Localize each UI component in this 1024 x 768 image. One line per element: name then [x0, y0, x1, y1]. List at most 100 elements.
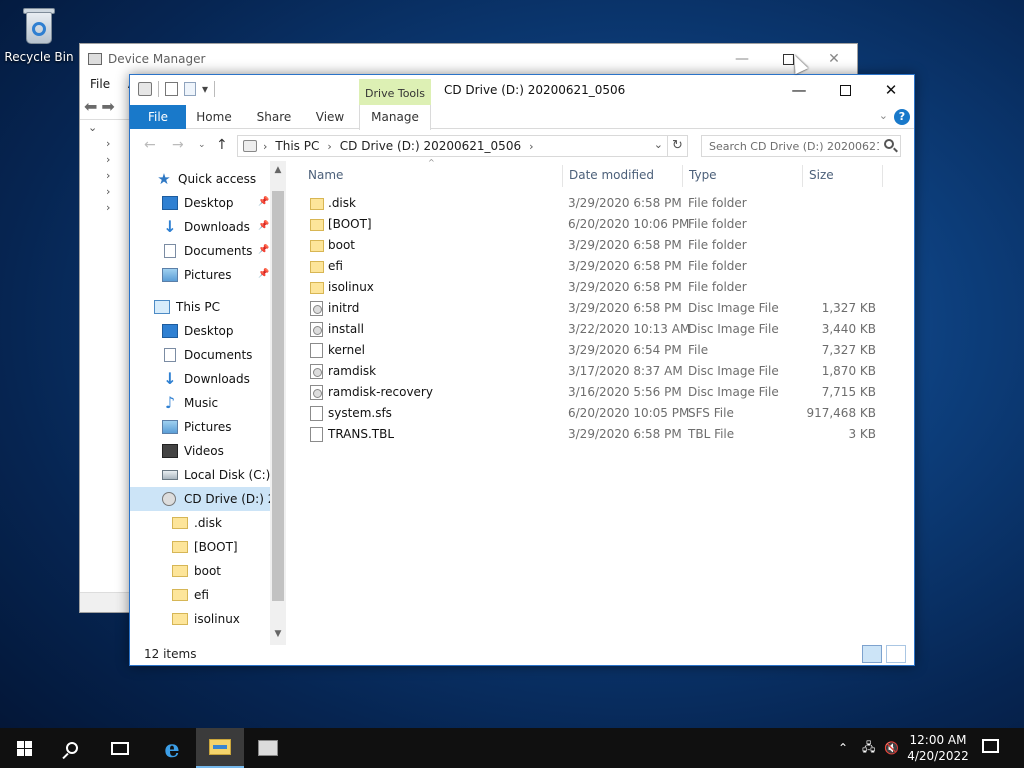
- nav-folder-efi[interactable]: efi: [172, 583, 286, 607]
- dm-back-icon[interactable]: ⬅: [84, 97, 97, 116]
- forward-arrow-icon[interactable]: →: [172, 137, 184, 153]
- properties-icon[interactable]: [165, 82, 178, 96]
- scroll-down-arrow-icon[interactable]: ▼: [270, 629, 286, 639]
- ribbon-expand-chevron-icon[interactable]: ⌄: [879, 109, 888, 122]
- taskbar-file-explorer[interactable]: [196, 728, 244, 768]
- up-arrow-icon[interactable]: ↑: [216, 137, 228, 153]
- explorer-titlebar[interactable]: ▾ Drive Tools CD Drive (D:) 20200621_050…: [130, 75, 914, 127]
- details-view-button[interactable]: [862, 645, 882, 663]
- nav-scroll-thumb[interactable]: [272, 191, 284, 601]
- scroll-up-arrow-icon[interactable]: ▲: [270, 165, 286, 175]
- file-type: Disc Image File: [688, 301, 779, 315]
- network-icon[interactable]: 🖧: [862, 728, 875, 768]
- file-row[interactable]: isolinux 3/29/2020 6:58 PM File folder: [302, 277, 876, 298]
- refresh-icon[interactable]: ↻: [667, 136, 687, 156]
- file-row[interactable]: .disk 3/29/2020 6:58 PM File folder: [302, 193, 876, 214]
- nav-local-disk[interactable]: Local Disk (C:): [162, 463, 286, 487]
- clock-time: 12:00 AM: [909, 733, 967, 747]
- file-type: Disc Image File: [688, 385, 779, 399]
- breadcrumb-separator-icon[interactable]: ›: [327, 140, 331, 153]
- file-name: boot: [328, 238, 356, 252]
- file-date: 3/29/2020 6:58 PM: [568, 301, 682, 315]
- dm-close-button[interactable]: ✕: [811, 44, 857, 74]
- column-header-date[interactable]: Date modified: [569, 163, 681, 187]
- breadcrumb-this-pc[interactable]: This PC: [275, 139, 319, 153]
- nav-pc-desktop[interactable]: Desktop: [162, 319, 286, 343]
- folder-icon: [172, 613, 188, 625]
- explorer-window-title: CD Drive (D:) 20200621_0506: [444, 83, 626, 97]
- dm-menu-file[interactable]: File: [90, 77, 110, 91]
- file-row[interactable]: boot 3/29/2020 6:58 PM File folder: [302, 235, 876, 256]
- pin-icon: 📌: [258, 245, 270, 255]
- nav-this-pc[interactable]: This PC: [154, 295, 286, 319]
- address-bar[interactable]: › This PC › CD Drive (D:) 20200621_0506 …: [237, 135, 688, 157]
- tab-file[interactable]: File: [130, 105, 186, 129]
- nav-pc-music[interactable]: ♪ Music: [162, 391, 286, 415]
- recycle-bin[interactable]: Recycle Bin: [4, 6, 74, 64]
- tab-manage[interactable]: Manage: [359, 105, 431, 130]
- file-name: [BOOT]: [328, 217, 372, 231]
- file-name: isolinux: [328, 280, 374, 294]
- large-icons-view-button[interactable]: [886, 645, 906, 663]
- nav-scrollbar[interactable]: ▲ ▼: [270, 161, 286, 645]
- folder-icon: [172, 541, 188, 553]
- volume-muted-icon[interactable]: 🔇: [884, 728, 899, 768]
- column-header-name[interactable]: Name: [308, 163, 558, 187]
- start-button[interactable]: [0, 728, 48, 768]
- folder-icon: [310, 240, 324, 252]
- minimize-button[interactable]: —: [776, 75, 822, 105]
- nav-pc-pictures[interactable]: Pictures: [162, 415, 286, 439]
- file-row[interactable]: install 3/22/2020 10:13 AM Disc Image File…: [302, 319, 876, 340]
- new-folder-icon[interactable]: [184, 82, 196, 96]
- download-icon: ↓: [163, 369, 177, 388]
- tab-home[interactable]: Home: [186, 105, 242, 129]
- dm-minimize-button[interactable]: —: [719, 44, 765, 74]
- address-dropdown-chevron-icon[interactable]: ⌄: [654, 138, 663, 151]
- nav-pc-videos[interactable]: Videos: [162, 439, 286, 463]
- file-row[interactable]: ramdisk-recovery 3/16/2020 5:56 PM Disc Im…: [302, 382, 876, 403]
- taskbar-clock[interactable]: 12:00 AM 4/20/2022: [902, 732, 974, 764]
- file-row[interactable]: ramdisk 3/17/2020 8:37 AM Disc Image File 1…: [302, 361, 876, 382]
- task-view-button[interactable]: [96, 728, 144, 768]
- file-icon: [310, 406, 323, 421]
- file-row[interactable]: initrd 3/29/2020 6:58 PM Disc Image File 1,…: [302, 298, 876, 319]
- search-box[interactable]: [701, 135, 901, 157]
- file-row[interactable]: system.sfs 6/20/2020 10:05 PM SFS File 917,…: [302, 403, 876, 424]
- nav-folder-isolinux[interactable]: isolinux: [172, 607, 286, 631]
- recent-locations-chevron-icon[interactable]: ⌄: [198, 140, 206, 150]
- nav-pc-downloads[interactable]: ↓ Downloads: [162, 367, 286, 391]
- breadcrumb-separator-icon[interactable]: ›: [529, 140, 533, 153]
- tab-share[interactable]: Share: [246, 105, 302, 129]
- show-hidden-icons-chevron-icon[interactable]: ⌃: [838, 728, 848, 768]
- nav-cd-drive[interactable]: CD Drive (D:) 202: [130, 487, 270, 511]
- file-row[interactable]: efi 3/29/2020 6:58 PM File folder: [302, 256, 876, 277]
- search-input[interactable]: [709, 136, 879, 156]
- nav-quick-access[interactable]: ★ Quick access: [156, 167, 286, 191]
- file-explorer-window[interactable]: ▾ Drive Tools CD Drive (D:) 20200621_050…: [129, 74, 915, 666]
- nav-folder-disk[interactable]: .disk: [172, 511, 286, 535]
- breadcrumb-cd-drive[interactable]: CD Drive (D:) 20200621_0506: [340, 139, 521, 153]
- file-name: kernel: [328, 343, 365, 357]
- notification-center-icon[interactable]: [982, 739, 999, 753]
- file-row[interactable]: [BOOT] 6/20/2020 10:06 PM File folder: [302, 214, 876, 235]
- maximize-button[interactable]: [822, 75, 868, 105]
- file-row[interactable]: TRANS.TBL 3/29/2020 6:58 PM TBL File 3 KB: [302, 424, 876, 445]
- breadcrumb-separator-icon[interactable]: ›: [263, 140, 267, 153]
- taskbar-device-manager[interactable]: [244, 728, 292, 768]
- column-header-size[interactable]: Size: [809, 163, 879, 187]
- nav-pc-documents[interactable]: Documents: [162, 343, 286, 367]
- tab-view[interactable]: View: [302, 105, 358, 129]
- nav-folder-boot-upper[interactable]: [BOOT]: [172, 535, 286, 559]
- close-button[interactable]: ✕: [868, 75, 914, 105]
- taskbar-internet-explorer[interactable]: e: [148, 728, 196, 768]
- dm-forward-icon[interactable]: ➡: [101, 97, 114, 116]
- file-date: 6/20/2020 10:05 PM: [568, 406, 690, 420]
- help-icon[interactable]: ?: [894, 109, 910, 125]
- folder-icon: [172, 517, 188, 529]
- column-header-type[interactable]: Type: [689, 163, 801, 187]
- back-arrow-icon[interactable]: ←: [144, 137, 156, 153]
- nav-folder-boot[interactable]: boot: [172, 559, 286, 583]
- taskbar-search-button[interactable]: [48, 728, 96, 768]
- file-row[interactable]: kernel 3/29/2020 6:54 PM File 7,327 KB: [302, 340, 876, 361]
- customize-qat-chevron-icon[interactable]: ▾: [202, 82, 208, 96]
